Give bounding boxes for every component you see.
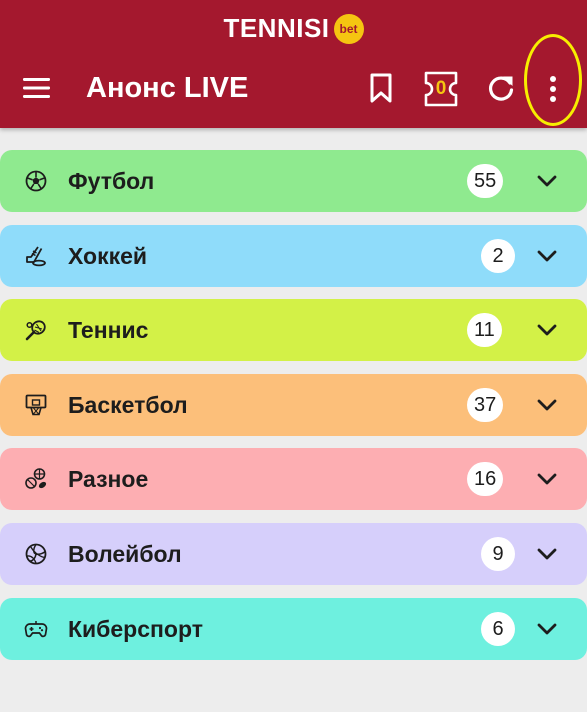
sport-row-volleyball[interactable]: Волейбол 9 [0, 522, 587, 585]
soccer-ball-icon [25, 170, 47, 192]
more-options-button[interactable] [542, 72, 564, 106]
chevron-down-icon[interactable] [536, 619, 558, 639]
betslip-button[interactable]: 0 [423, 70, 459, 108]
tennis-icon [25, 320, 46, 341]
betslip-count: 0 [435, 78, 447, 99]
event-count-badge: 37 [467, 387, 504, 422]
refresh-button[interactable] [486, 73, 516, 103]
chevron-down-icon[interactable] [536, 469, 558, 489]
bookmark-icon [370, 73, 392, 103]
sport-name: Футбол [68, 168, 155, 194]
hockey-icon [26, 246, 46, 266]
gamepad-icon [24, 620, 48, 637]
event-count-badge: 2 [481, 238, 515, 273]
volleyball-icon [25, 543, 47, 565]
sport-row-hockey[interactable]: Хоккей 2 [0, 224, 587, 287]
sport-name: Волейбол [68, 540, 182, 567]
chevron-down-icon[interactable] [536, 246, 558, 266]
bookmark-button[interactable] [368, 72, 394, 104]
brand-badge: bet [333, 14, 364, 44]
more-vertical-icon [550, 76, 556, 102]
app-header: TENNISI bet Анонс LIVE 0 [0, 0, 587, 128]
brand-name: TENNISI [223, 13, 330, 43]
menu-icon [23, 78, 50, 98]
misc-sports-icon [25, 468, 47, 490]
sport-row-misc[interactable]: Разное 16 [0, 448, 587, 511]
event-count-badge: 6 [481, 611, 515, 646]
sport-list: Футбол 55 Хоккей 2 Теннис 11 Баскетбол 3… [0, 150, 587, 672]
chevron-down-icon[interactable] [536, 320, 558, 340]
sport-name: Киберспорт [68, 615, 203, 642]
sport-row-basketball[interactable]: Баскетбол 37 [0, 373, 587, 436]
chevron-down-icon[interactable] [536, 544, 558, 564]
refresh-icon [489, 76, 514, 101]
brand-logo: TENNISI bet [0, 12, 587, 44]
sport-row-tennis[interactable]: Теннис 11 [0, 299, 587, 362]
menu-button[interactable] [22, 74, 52, 102]
chevron-down-icon[interactable] [536, 171, 558, 191]
sport-name: Хоккей [68, 242, 148, 269]
page-title: Анонс LIVE [86, 72, 249, 104]
sport-row-esports[interactable]: Киберспорт 6 [0, 597, 587, 660]
basketball-hoop-icon [25, 394, 47, 416]
sport-name: Разное [68, 466, 149, 493]
sport-name: Теннис [68, 317, 149, 344]
chevron-down-icon[interactable] [536, 395, 558, 415]
sport-name: Баскетбол [68, 391, 188, 418]
event-count-badge: 11 [467, 313, 502, 348]
event-count-badge: 55 [467, 164, 504, 198]
event-count-badge: 9 [481, 536, 515, 571]
sport-row-football[interactable]: Футбол 55 [0, 150, 587, 212]
event-count-badge: 16 [467, 462, 504, 497]
